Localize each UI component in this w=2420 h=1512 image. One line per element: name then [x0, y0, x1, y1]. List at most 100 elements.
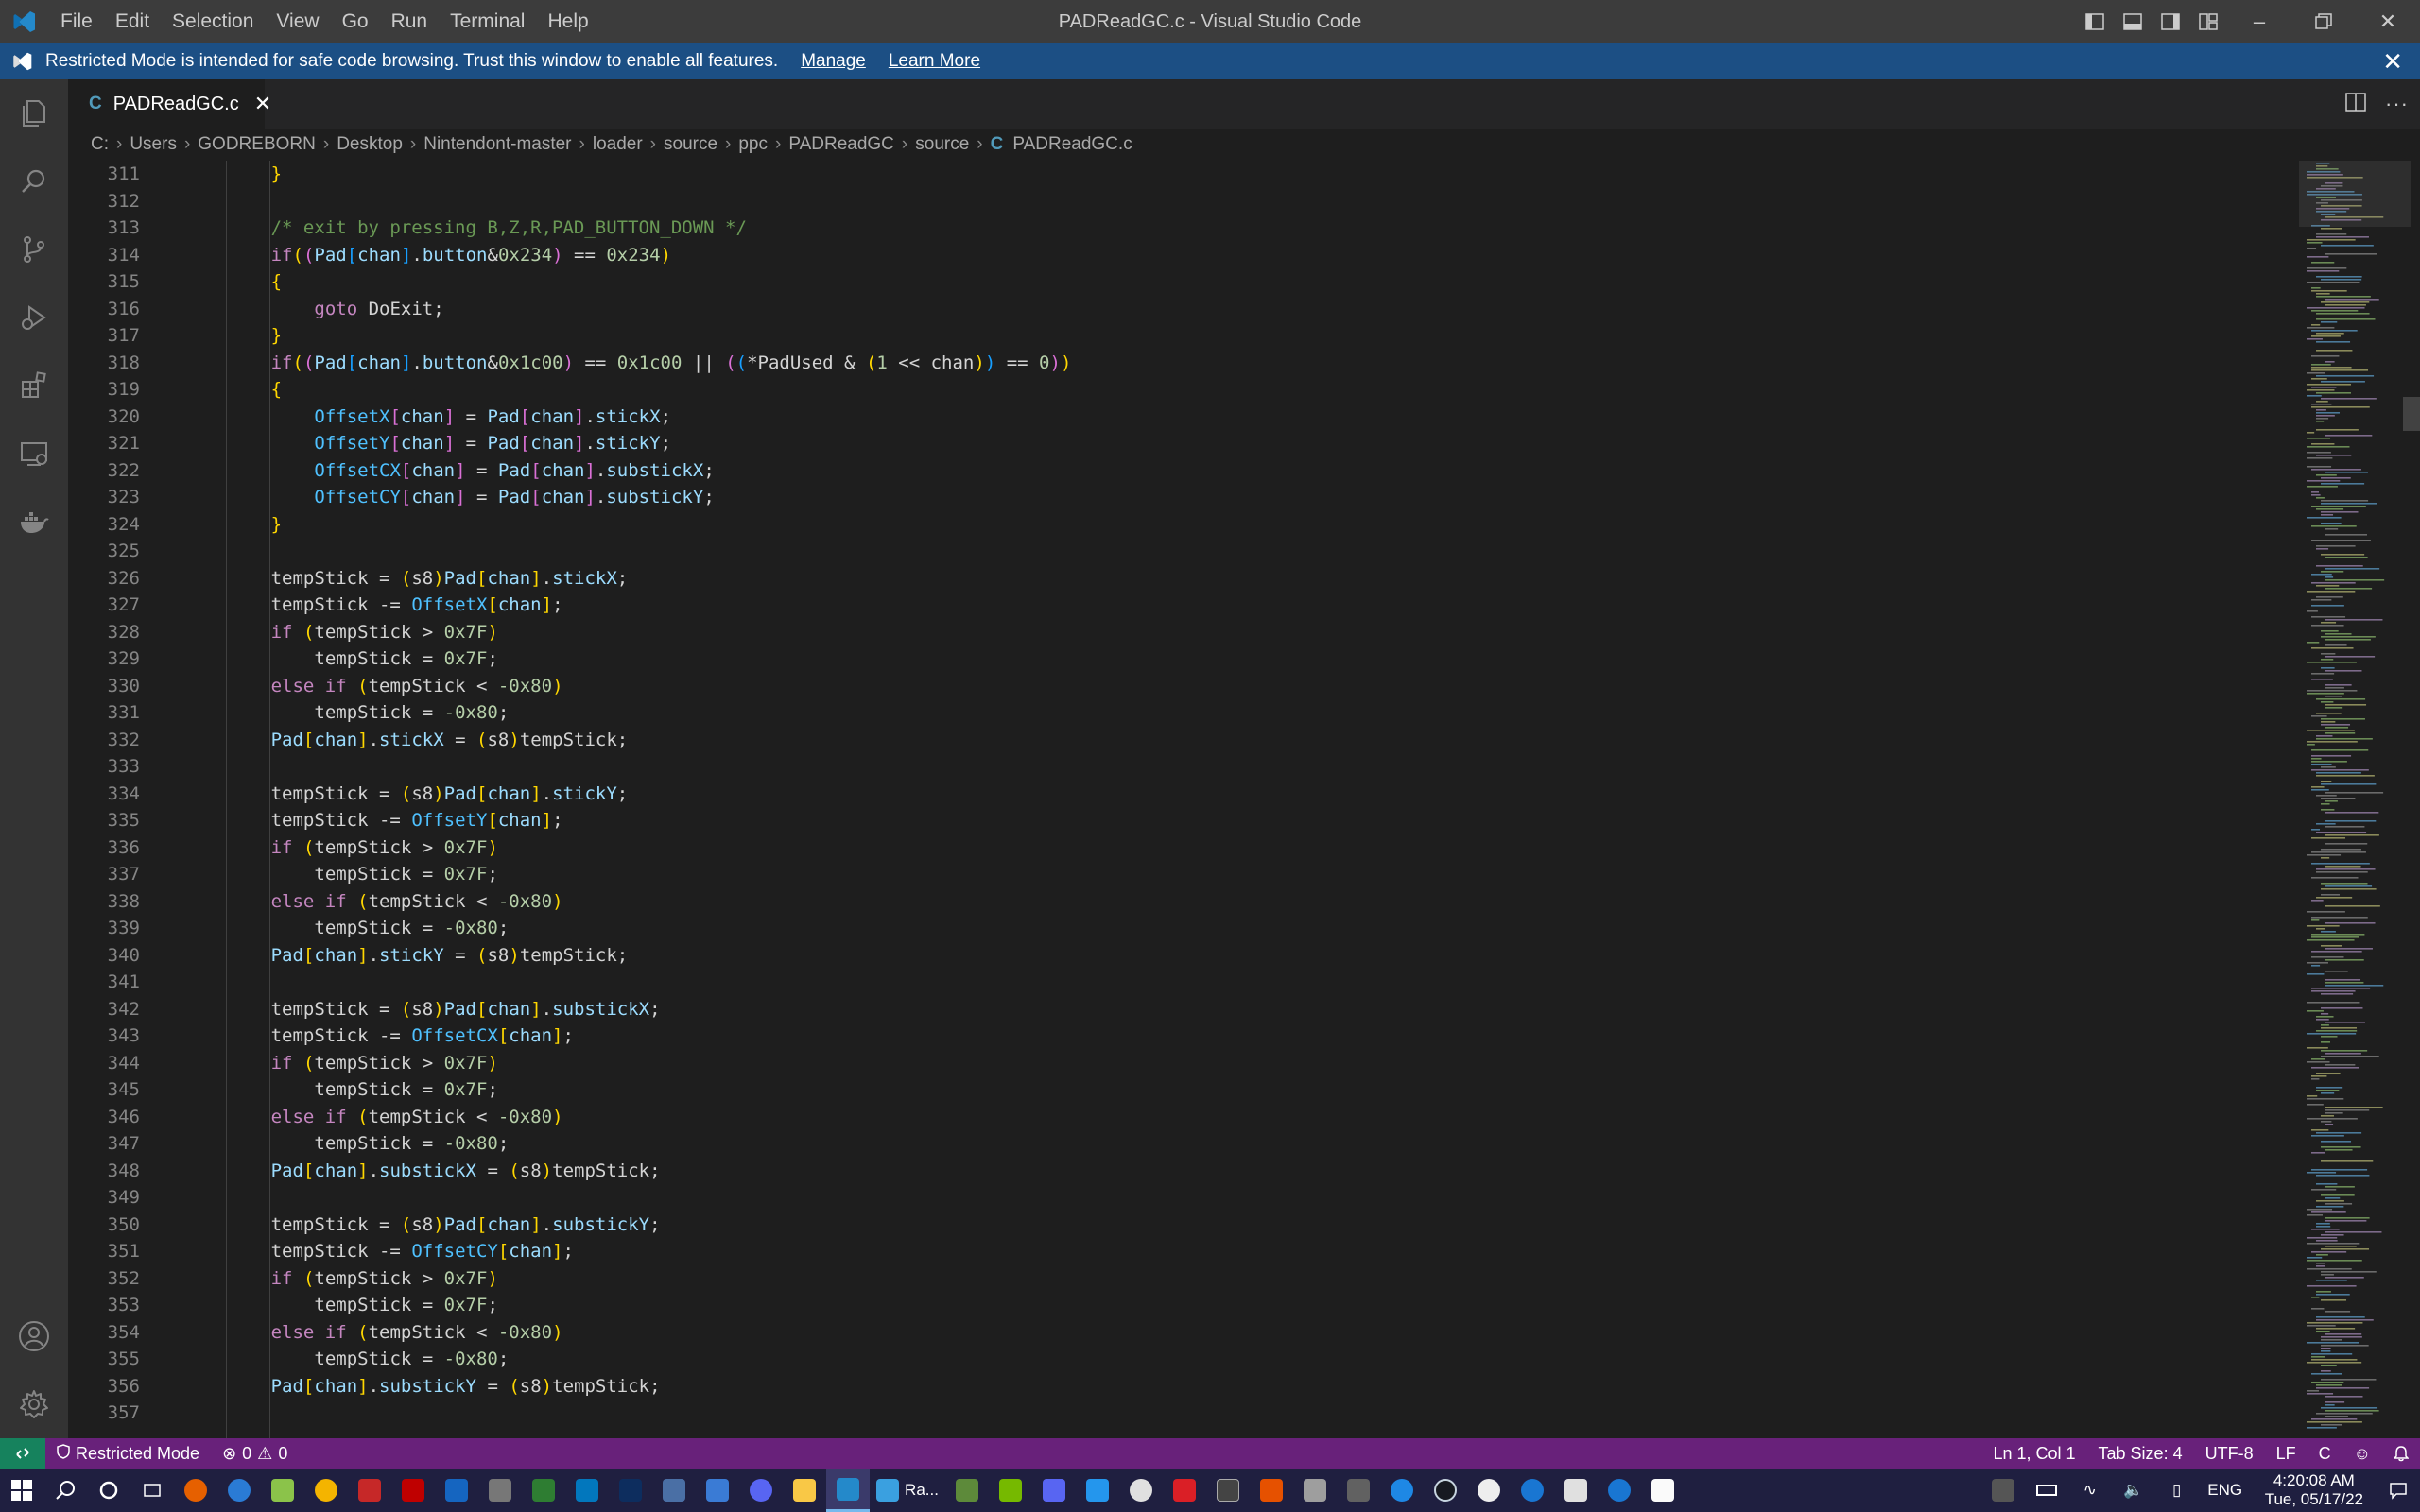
taskbar-search-icon[interactable] — [43, 1469, 87, 1512]
app-bolt-icon[interactable] — [1380, 1469, 1424, 1512]
split-editor-icon[interactable] — [2345, 92, 2366, 116]
menu-terminal[interactable]: Terminal — [439, 0, 536, 43]
windows-start-icon[interactable] — [0, 1469, 43, 1512]
breadcrumb-item[interactable]: loader — [593, 134, 643, 155]
app-grey-icon[interactable] — [1337, 1469, 1380, 1512]
breadcrumb-item[interactable]: GODREBORN — [198, 134, 316, 155]
volume-icon[interactable]: 🔈 — [2112, 1469, 2155, 1512]
scrollbar-thumb[interactable] — [2403, 397, 2420, 431]
docker-taskbar-icon[interactable] — [1076, 1469, 1119, 1512]
nvidia-icon[interactable] — [989, 1469, 1032, 1512]
breadcrumb-item[interactable]: ppc — [738, 134, 768, 155]
encoding[interactable]: UTF-8 — [2194, 1438, 2265, 1469]
discord-tray-icon[interactable] — [1032, 1469, 1076, 1512]
toggle-panel-icon[interactable] — [2114, 0, 2152, 43]
editor-scrollbar[interactable] — [2401, 161, 2420, 1438]
vscode-taskbar-icon[interactable] — [826, 1469, 870, 1512]
photoshop-icon[interactable] — [609, 1469, 652, 1512]
minecraft-icon[interactable] — [945, 1469, 989, 1512]
app-green-icon[interactable] — [522, 1469, 565, 1512]
language-mode[interactable]: C — [2308, 1438, 2342, 1469]
app-red-icon[interactable] — [348, 1469, 391, 1512]
breadcrumb-item[interactable]: Nintendont-master — [424, 134, 571, 155]
close-banner-icon[interactable]: ✕ — [2382, 43, 2403, 79]
menu-file[interactable]: File — [49, 0, 104, 43]
menu-help[interactable]: Help — [536, 0, 599, 43]
file-explorer-icon[interactable] — [783, 1469, 826, 1512]
notifications-bell-icon[interactable] — [2382, 1438, 2420, 1469]
close-window-icon[interactable]: ✕ — [2356, 0, 2420, 43]
breadcrumb-item[interactable]: PADReadGC — [788, 134, 894, 155]
edge-icon[interactable] — [217, 1469, 261, 1512]
menu-go[interactable]: Go — [331, 0, 380, 43]
tray-app-icon[interactable] — [1981, 1469, 2025, 1512]
onedrive-icon[interactable] — [1119, 1469, 1163, 1512]
end-of-line[interactable]: LF — [2265, 1438, 2308, 1469]
search-icon[interactable] — [0, 147, 68, 215]
tab-padreadgc[interactable]: C PADReadGC.c ✕ — [68, 79, 271, 129]
discord-icon[interactable] — [739, 1469, 783, 1512]
close-tab-icon[interactable]: ✕ — [254, 92, 271, 116]
breadcrumb-item[interactable]: Users — [130, 134, 177, 155]
minimap[interactable] — [2299, 161, 2411, 1438]
download-icon[interactable] — [1554, 1469, 1598, 1512]
customize-layout-icon[interactable] — [2189, 0, 2227, 43]
docker-icon[interactable] — [0, 488, 68, 556]
app-a-icon[interactable] — [1206, 1469, 1250, 1512]
app-tools-icon[interactable] — [478, 1469, 522, 1512]
toggle-primary-sidebar-icon[interactable] — [2076, 0, 2114, 43]
menu-selection[interactable]: Selection — [161, 0, 265, 43]
breadcrumb-item[interactable]: source — [915, 134, 969, 155]
firefox-icon[interactable] — [174, 1469, 217, 1512]
action-center-icon[interactable] — [2377, 1469, 2420, 1512]
minimize-icon[interactable]: – — [2227, 0, 2291, 43]
cortana-icon[interactable] — [87, 1469, 130, 1512]
code-editor[interactable]: 311} 312 313/* exit by pressing B,Z,R,PAD_… — [68, 161, 2420, 1438]
source-control-icon[interactable] — [0, 215, 68, 284]
cursor-position[interactable]: Ln 1, Col 1 — [1981, 1438, 2086, 1469]
menu-edit[interactable]: Edit — [104, 0, 161, 43]
accounts-icon[interactable] — [0, 1302, 68, 1370]
chrome-icon[interactable] — [304, 1469, 348, 1512]
tab-size[interactable]: Tab Size: 4 — [2087, 1438, 2194, 1469]
app-screen-icon[interactable] — [565, 1469, 609, 1512]
breadcrumb-file[interactable]: PADReadGC.c — [1012, 134, 1132, 155]
app-lifebuoy-icon[interactable] — [1467, 1469, 1511, 1512]
umbrella-app-icon[interactable]: Ra... — [870, 1469, 945, 1512]
problems-status[interactable]: ⊗ 0 ⚠ 0 — [211, 1438, 299, 1469]
feedback-icon[interactable]: ☺ — [2342, 1438, 2382, 1469]
breadcrumb-item[interactable]: source — [664, 134, 717, 155]
toggle-secondary-sidebar-icon[interactable] — [2152, 0, 2189, 43]
run-and-debug-icon[interactable] — [0, 284, 68, 352]
learn-more-link[interactable]: Learn More — [889, 51, 980, 72]
usb-icon[interactable]: ▯ — [2155, 1469, 2199, 1512]
extensions-icon[interactable] — [0, 352, 68, 420]
manage-gear-icon[interactable] — [0, 1370, 68, 1438]
app-blue-icon[interactable] — [435, 1469, 478, 1512]
breadcrumb-item[interactable]: C: — [91, 134, 109, 155]
breadcrumb-item[interactable]: Desktop — [337, 134, 403, 155]
defender-icon[interactable] — [1641, 1469, 1685, 1512]
clock[interactable]: 4:20:08 AM Tue, 05/17/22 — [2252, 1471, 2377, 1509]
menu-view[interactable]: View — [265, 0, 330, 43]
remote-indicator-icon[interactable] — [0, 1438, 45, 1469]
more-actions-icon[interactable]: ··· — [2385, 92, 2409, 116]
task-view-icon[interactable] — [130, 1469, 174, 1512]
manage-link[interactable]: Manage — [801, 51, 866, 72]
app-blue-circle-icon[interactable] — [1511, 1469, 1554, 1512]
bluetooth-icon[interactable] — [1598, 1469, 1641, 1512]
menu-run[interactable]: Run — [380, 0, 440, 43]
adobe-icon[interactable] — [1163, 1469, 1206, 1512]
printer-icon[interactable] — [1293, 1469, 1337, 1512]
app-doc-icon[interactable] — [652, 1469, 696, 1512]
explorer-icon[interactable] — [0, 79, 68, 147]
wifi-icon[interactable]: ∿ — [2068, 1469, 2112, 1512]
language-indicator[interactable]: ENG — [2199, 1469, 2252, 1512]
restricted-mode-status[interactable]: Restricted Mode — [45, 1438, 211, 1469]
filezilla-icon[interactable] — [391, 1469, 435, 1512]
steam-icon[interactable] — [1424, 1469, 1467, 1512]
restore-icon[interactable] — [2291, 0, 2356, 43]
remote-explorer-icon[interactable] — [0, 420, 68, 488]
app-orange-icon[interactable] — [1250, 1469, 1293, 1512]
battery-icon[interactable] — [2025, 1469, 2068, 1512]
